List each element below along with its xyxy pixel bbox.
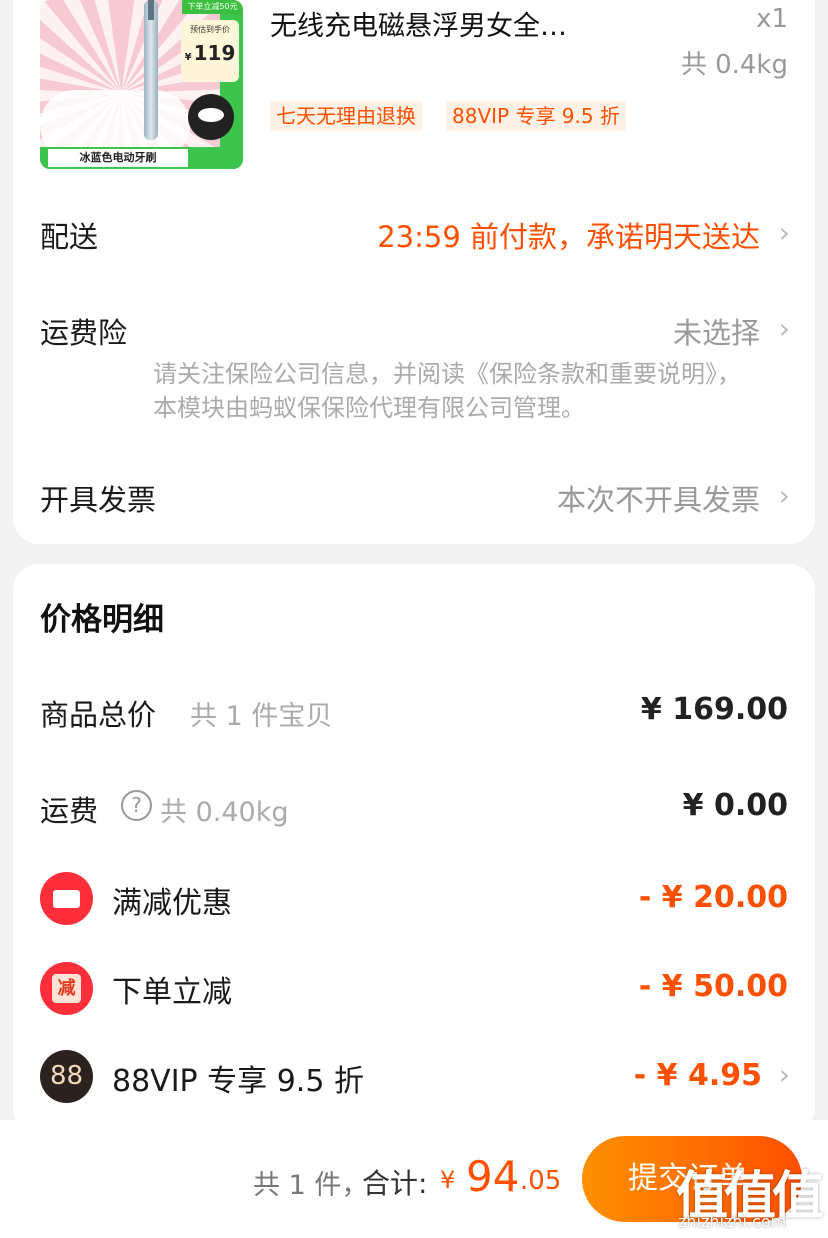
total-amount-decimal: .05	[520, 1166, 562, 1196]
price-detail-title: 价格明细	[40, 602, 164, 638]
product-quantity: x1	[756, 4, 788, 34]
vip-discount-tag: 88VIP 专享 9.5 折	[446, 101, 626, 131]
help-icon[interactable]: ?	[121, 790, 152, 821]
chevron-right-icon[interactable]: ›	[779, 312, 790, 345]
vip-icon: 88	[40, 1050, 93, 1103]
tmall-cat-mascot-icon	[188, 94, 234, 140]
product-variant-label: 冰蓝色电动牙刷	[48, 149, 188, 167]
discount-label[interactable]: 88VIP 专享 9.5 折	[112, 1056, 364, 1100]
total-currency: ¥	[440, 1166, 456, 1194]
shipping-fee-amount: ¥ 0.00	[682, 788, 788, 823]
shipping-fee-label: 运费	[40, 794, 99, 828]
chevron-right-icon[interactable]: ›	[779, 1058, 790, 1091]
estimated-price-box: 预估到手价 ¥119	[181, 20, 239, 82]
total-amount-integer: 94	[466, 1152, 520, 1201]
discount-amount[interactable]: - ¥ 4.95	[634, 1058, 762, 1093]
discount-label: 满减优惠	[112, 886, 232, 921]
goods-count: 共 1 件宝贝	[190, 701, 333, 732]
total-label: 合计:	[362, 1167, 428, 1200]
discount-amount: - ¥ 20.00	[638, 880, 788, 915]
goods-total-amount: ¥ 169.00	[640, 692, 788, 727]
invoice-label: 开具发票	[40, 483, 157, 517]
price-detail-card	[13, 564, 815, 1134]
shipping-insurance-label: 运费险	[40, 316, 128, 350]
discount-label: 下单立减	[112, 975, 232, 1010]
watermark-url: zhizhizhi.com	[678, 1212, 787, 1231]
invoice-value[interactable]: 本次不开具发票	[557, 477, 760, 519]
delivery-label: 配送	[40, 220, 99, 254]
chevron-right-icon[interactable]: ›	[779, 479, 790, 512]
shipping-weight: 共 0.40kg	[160, 797, 289, 828]
chevron-right-icon[interactable]: ›	[779, 216, 790, 249]
product-image[interactable]: 下单立减50元 预估到手价 ¥119 冰蓝色电动牙刷	[40, 0, 243, 169]
delivery-value[interactable]: 23:59 前付款，承诺明天送达	[377, 214, 760, 256]
goods-total-label: 商品总价	[40, 698, 157, 732]
product-title[interactable]: 无线充电磁悬浮男女全…	[270, 4, 567, 43]
coupon-icon	[40, 872, 93, 925]
product-weight: 共 0.4kg	[680, 50, 788, 80]
insurance-notice: 请关注保险公司信息，并阅读《保险条款和重要说明》，本模块由蚂蚁保保险代理有限公司…	[153, 360, 741, 422]
cut-icon: 减	[40, 962, 93, 1015]
promo-tag: 下单立减50元	[182, 0, 243, 14]
discount-amount: - ¥ 50.00	[638, 969, 788, 1004]
toothbrush-icon	[144, 0, 158, 140]
return-policy-tag: 七天无理由退换	[270, 101, 422, 131]
shipping-insurance-value[interactable]: 未选择	[673, 310, 760, 352]
item-count: 共 1 件，	[253, 1170, 369, 1201]
